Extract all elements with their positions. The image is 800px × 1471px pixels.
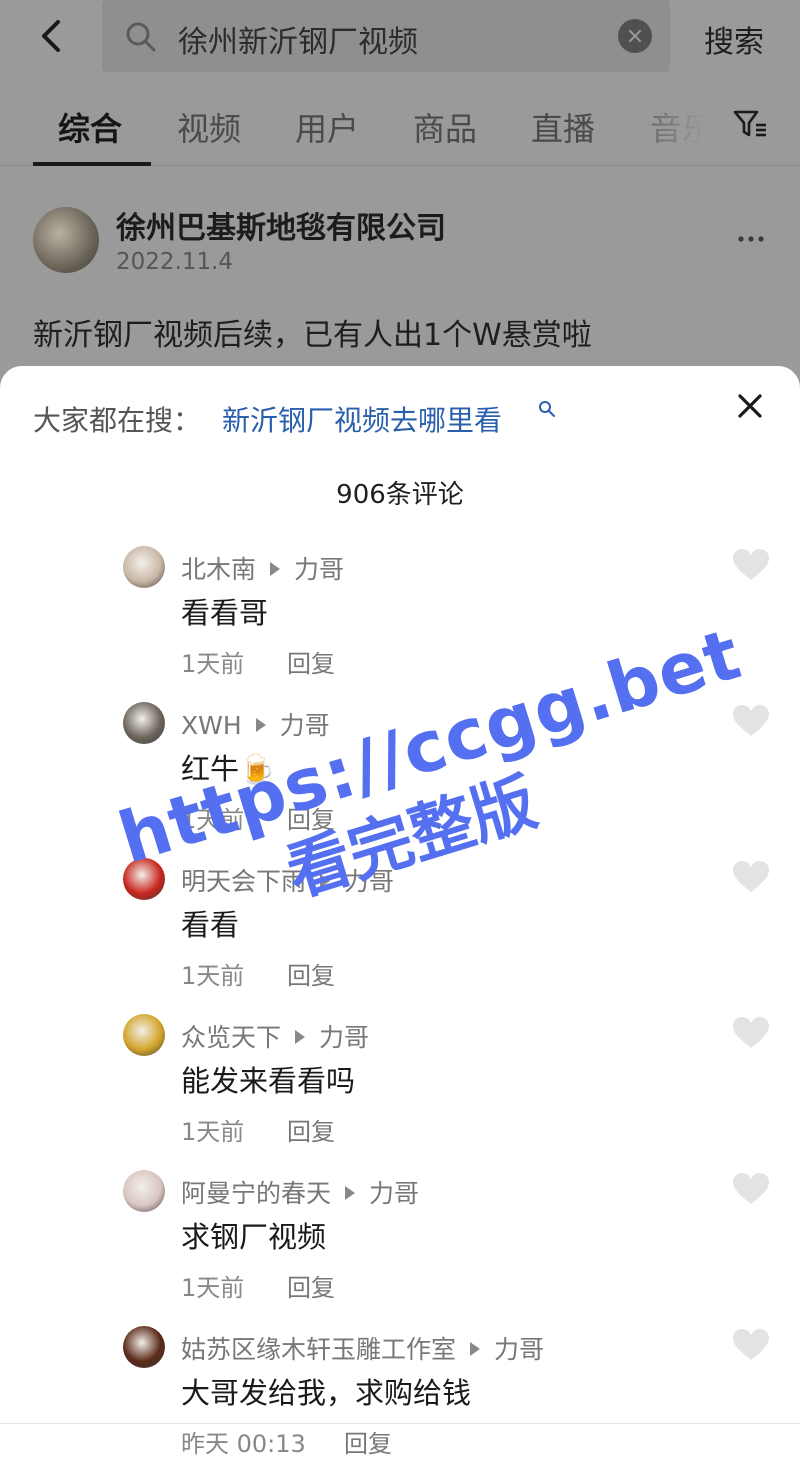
comment-user-line[interactable]: 北木南 力哥	[181, 550, 344, 586]
more-options-icon[interactable]	[736, 229, 766, 249]
comment-time: 昨天 00:13	[181, 1430, 306, 1458]
comment-item: 众览天下 力哥 能发来看看吗 1天前 回复	[0, 1014, 800, 1164]
avatar[interactable]	[123, 546, 165, 588]
comment-text: 大哥发给我，求购给钱	[181, 1376, 472, 1410]
comment-user-line[interactable]: 众览天下 力哥	[181, 1018, 369, 1054]
reply-to-username[interactable]: 力哥	[369, 1179, 419, 1208]
search-query-text: 徐州新沂钢厂视频	[178, 25, 418, 60]
active-tab-indicator	[33, 162, 151, 166]
comment-item: XWH 力哥 红牛🍺 1天前 回复	[0, 702, 800, 852]
tab-fade-overlay	[648, 96, 728, 156]
comment-item: 姑苏区缘木轩玉雕工作室 力哥 大哥发给我，求购给钱 昨天 00:13 回复	[0, 1326, 800, 1471]
search-top-bar: 徐州新沂钢厂视频 搜索	[0, 0, 800, 72]
heart-icon[interactable]	[732, 1016, 770, 1050]
hot-search-link[interactable]: 新沂钢厂视频去哪里看	[222, 399, 502, 439]
bottom-divider	[0, 1423, 800, 1424]
avatar[interactable]	[123, 702, 165, 744]
back-arrow-icon[interactable]	[34, 16, 70, 56]
tab-users[interactable]: 用户	[295, 104, 359, 150]
comment-text: 看看哥	[181, 596, 269, 630]
small-search-icon	[539, 401, 555, 417]
reply-to-username[interactable]: 力哥	[294, 555, 344, 584]
comment-text: 求钢厂视频	[181, 1220, 327, 1254]
reply-button[interactable]: 回复	[344, 1424, 392, 1459]
reply-arrow-icon	[255, 718, 266, 732]
reply-to-username[interactable]: 力哥	[280, 711, 330, 740]
comment-user-line[interactable]: 明天会下雨 力哥	[181, 862, 394, 898]
reply-button[interactable]: 回复	[287, 1112, 335, 1147]
avatar[interactable]	[123, 1170, 165, 1212]
comment-text: 看看	[181, 908, 240, 942]
search-button[interactable]: 搜索	[704, 17, 764, 61]
comment-username[interactable]: XWH	[181, 711, 242, 740]
reply-to-username[interactable]: 力哥	[319, 1023, 369, 1052]
comment-time: 1天前	[181, 1118, 245, 1146]
heart-icon[interactable]	[732, 1172, 770, 1206]
avatar[interactable]	[123, 1326, 165, 1368]
comment-username[interactable]: 阿曼宁的春天	[181, 1179, 331, 1208]
heart-icon[interactable]	[732, 548, 770, 582]
reply-button[interactable]: 回复	[287, 956, 335, 991]
heart-icon[interactable]	[732, 704, 770, 738]
comment-time: 1天前	[181, 806, 245, 834]
comment-username[interactable]: 众览天下	[181, 1023, 281, 1052]
tab-comprehensive[interactable]: 综合	[58, 104, 122, 150]
reply-arrow-icon	[470, 1342, 481, 1356]
clear-search-icon[interactable]	[618, 19, 652, 53]
tab-products[interactable]: 商品	[413, 104, 477, 150]
tab-video[interactable]: 视频	[177, 104, 241, 150]
reply-arrow-icon	[270, 562, 281, 576]
post-author-name[interactable]: 徐州巴基斯地毯有限公司	[116, 203, 446, 247]
result-tabs: 综合 视频 用户 商品 直播 音乐	[0, 96, 800, 166]
post-caption: 新沂钢厂视频后续，已有人出1个W悬赏啦	[33, 318, 592, 353]
comment-username[interactable]: 姑苏区缘木轩玉雕工作室	[181, 1335, 456, 1364]
close-icon[interactable]	[736, 392, 764, 420]
reply-to-username[interactable]: 力哥	[494, 1335, 544, 1364]
comment-sheet: 大家都在搜： 新沂钢厂视频去哪里看 906条评论 北木南 力哥 看看哥 1天前 回…	[0, 366, 800, 1471]
reply-arrow-icon	[295, 1030, 306, 1044]
heart-icon[interactable]	[732, 860, 770, 894]
comment-item: 北木南 力哥 看看哥 1天前 回复	[0, 546, 800, 696]
hot-search-label: 大家都在搜：	[33, 404, 202, 437]
reply-to-username[interactable]: 力哥	[344, 867, 394, 896]
post-author-avatar[interactable]	[33, 207, 99, 273]
reply-button[interactable]: 回复	[287, 800, 335, 835]
comment-username[interactable]: 北木南	[181, 555, 256, 584]
comment-text: 能发来看看吗	[181, 1064, 356, 1098]
reply-arrow-icon	[345, 1186, 356, 1200]
reply-button[interactable]: 回复	[287, 644, 335, 679]
comment-item: 阿曼宁的春天 力哥 求钢厂视频 1天前 回复	[0, 1170, 800, 1320]
comment-user-line[interactable]: 姑苏区缘木轩玉雕工作室 力哥	[181, 1330, 544, 1366]
comment-username[interactable]: 明天会下雨	[181, 867, 306, 896]
comment-count: 906条评论	[336, 480, 464, 510]
comment-time: 1天前	[181, 650, 245, 678]
heart-icon[interactable]	[732, 1328, 770, 1362]
reply-button[interactable]: 回复	[287, 1268, 335, 1303]
comment-text: 红牛🍺	[181, 752, 276, 786]
avatar[interactable]	[123, 1014, 165, 1056]
avatar[interactable]	[123, 858, 165, 900]
search-input[interactable]: 徐州新沂钢厂视频	[102, 0, 670, 72]
search-icon	[126, 22, 156, 52]
post-date: 2022.11.4	[116, 249, 234, 275]
comment-user-line[interactable]: XWH 力哥	[181, 706, 330, 742]
comment-item: 明天会下雨 力哥 看看 1天前 回复	[0, 858, 800, 1008]
reply-arrow-icon	[320, 874, 331, 888]
filter-icon[interactable]	[732, 108, 768, 140]
comment-time: 1天前	[181, 962, 245, 990]
tab-live[interactable]: 直播	[531, 104, 595, 150]
comment-time: 1天前	[181, 1274, 245, 1302]
comment-user-line[interactable]: 阿曼宁的春天 力哥	[181, 1174, 419, 1210]
